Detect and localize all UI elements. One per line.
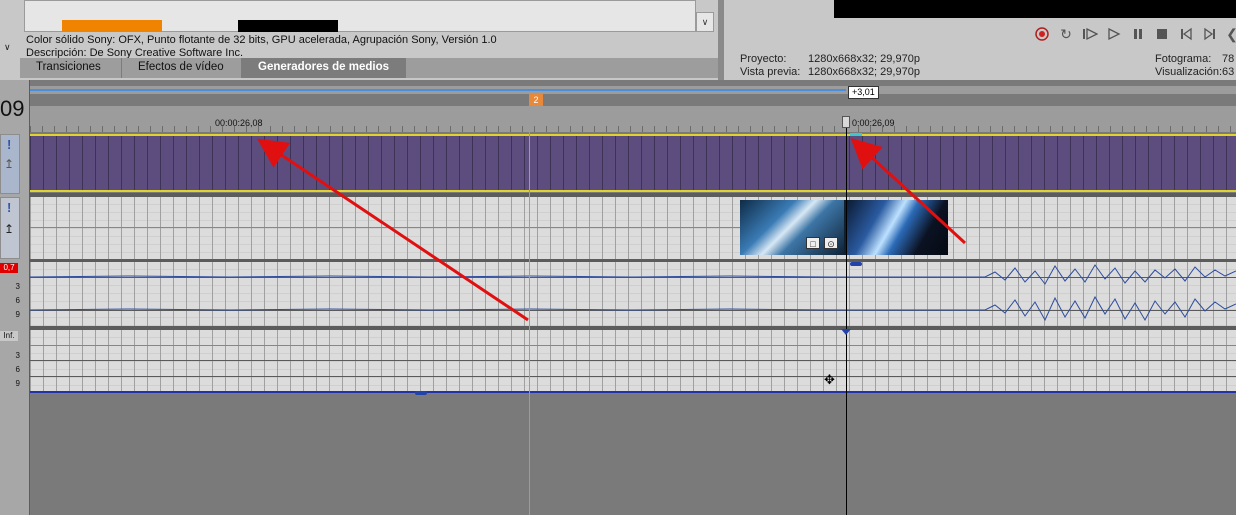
arrow-annotation (850, 137, 967, 245)
annotation-arrows (257, 137, 967, 322)
arrow-annotation (257, 138, 529, 322)
